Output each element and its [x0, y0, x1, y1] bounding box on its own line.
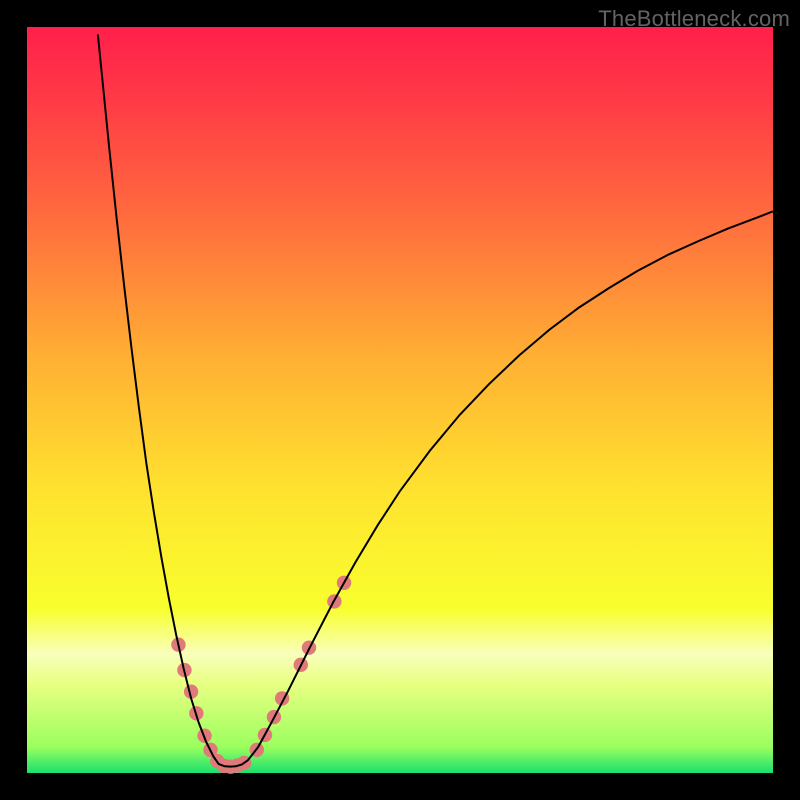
markers-group	[171, 576, 351, 774]
chart-frame: TheBottleneck.com	[0, 0, 800, 800]
chart-svg	[27, 27, 773, 773]
watermark-text: TheBottleneck.com	[598, 6, 790, 32]
bottleneck-curve	[98, 34, 773, 766]
